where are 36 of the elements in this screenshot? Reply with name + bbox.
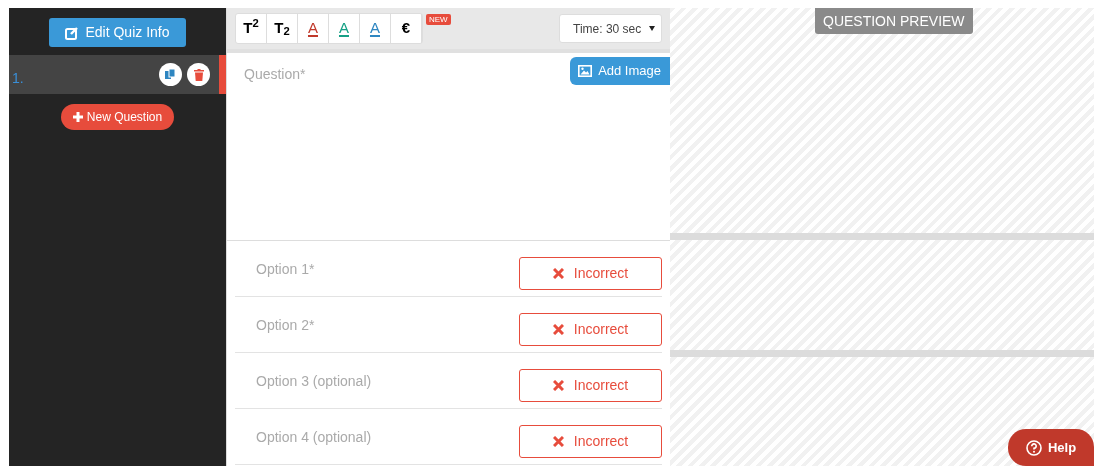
copy-button[interactable] <box>159 63 182 86</box>
help-icon <box>1025 439 1042 456</box>
correctness-toggle[interactable]: Incorrect <box>519 369 662 402</box>
option-input[interactable]: Option 2* <box>235 316 519 334</box>
preview-title: QUESTION PREVIEW <box>815 8 973 34</box>
text-color-button[interactable]: A <box>360 14 391 43</box>
edit-icon <box>65 25 80 40</box>
dropdown-arrow-icon <box>649 26 656 31</box>
option-input[interactable]: Option 4 (optional) <box>235 428 519 446</box>
image-icon <box>578 65 593 77</box>
time-select[interactable]: Time: 30 sec <box>559 14 662 43</box>
copy-icon <box>165 69 176 80</box>
edit-quiz-info-button[interactable]: Edit Quiz Info <box>49 18 186 47</box>
question-list-item[interactable]: 1. <box>9 55 226 94</box>
correctness-toggle[interactable]: Incorrect <box>519 313 662 346</box>
text-color-button[interactable]: A <box>329 14 360 43</box>
question-number: 1. <box>12 69 25 88</box>
plus-icon <box>72 112 83 122</box>
close-icon <box>552 436 564 447</box>
format-button[interactable]: T$^{2}$ <box>236 14 267 43</box>
format-button[interactable]: T$_{2}$ <box>267 14 298 43</box>
correctness-toggle[interactable]: Incorrect <box>519 257 662 290</box>
new-badge: NEW <box>426 14 451 25</box>
close-icon <box>552 268 564 279</box>
option-input[interactable]: Option 1* <box>235 260 519 278</box>
delete-button[interactable] <box>187 63 210 86</box>
text-color-button[interactable]: A <box>298 14 329 43</box>
add-image-button[interactable]: Add Image <box>570 57 670 85</box>
option-input[interactable]: Option 3 (optional) <box>235 372 519 390</box>
new-question-button[interactable]: New Question <box>60 104 175 130</box>
close-icon <box>552 380 564 391</box>
trash-icon <box>193 68 204 81</box>
help-button[interactable]: Help <box>1008 429 1094 466</box>
format-button[interactable]: € <box>391 14 422 43</box>
close-icon <box>552 324 564 335</box>
correctness-toggle[interactable]: Incorrect <box>519 425 662 458</box>
